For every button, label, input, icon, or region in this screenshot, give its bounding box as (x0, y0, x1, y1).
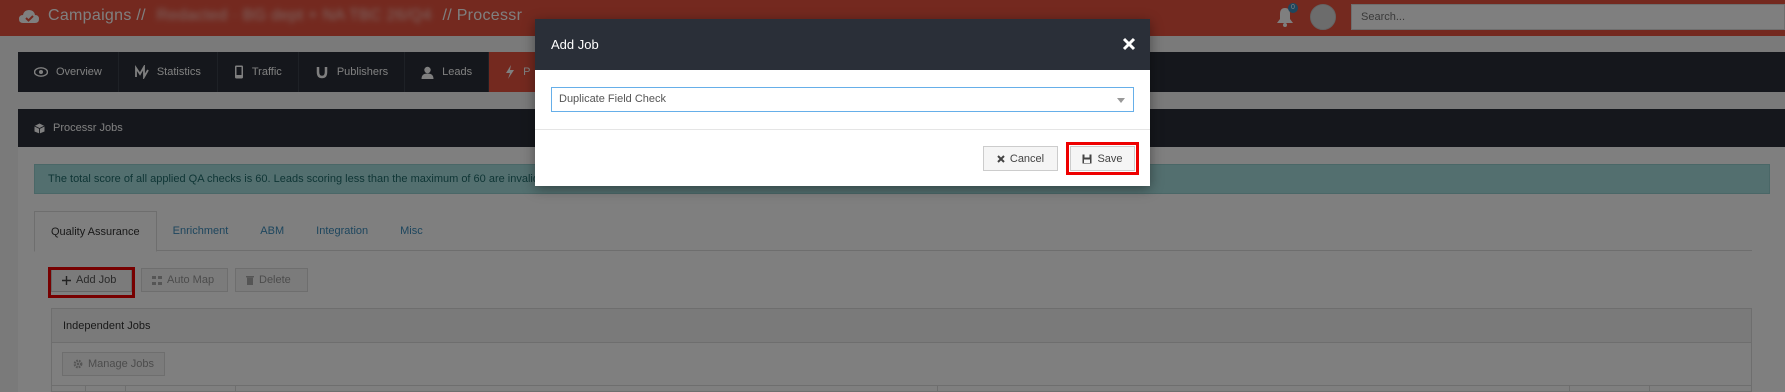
cancel-button[interactable]: Cancel (983, 146, 1058, 171)
close-icon (997, 154, 1005, 163)
modal-body: Duplicate Field Check (535, 70, 1150, 130)
highlight-save (1066, 142, 1139, 175)
add-job-modal: Add Job Duplicate Field Check Cancel Sav… (535, 19, 1150, 186)
close-icon[interactable] (1122, 37, 1136, 51)
chevron-down-icon (1117, 98, 1125, 103)
modal-title: Add Job (551, 37, 599, 52)
job-type-select[interactable]: Duplicate Field Check (551, 87, 1134, 112)
cancel-label: Cancel (1009, 152, 1045, 165)
modal-header: Add Job (535, 19, 1150, 70)
modal-footer: Cancel Save (535, 130, 1150, 186)
job-type-selected: Duplicate Field Check (559, 93, 666, 105)
